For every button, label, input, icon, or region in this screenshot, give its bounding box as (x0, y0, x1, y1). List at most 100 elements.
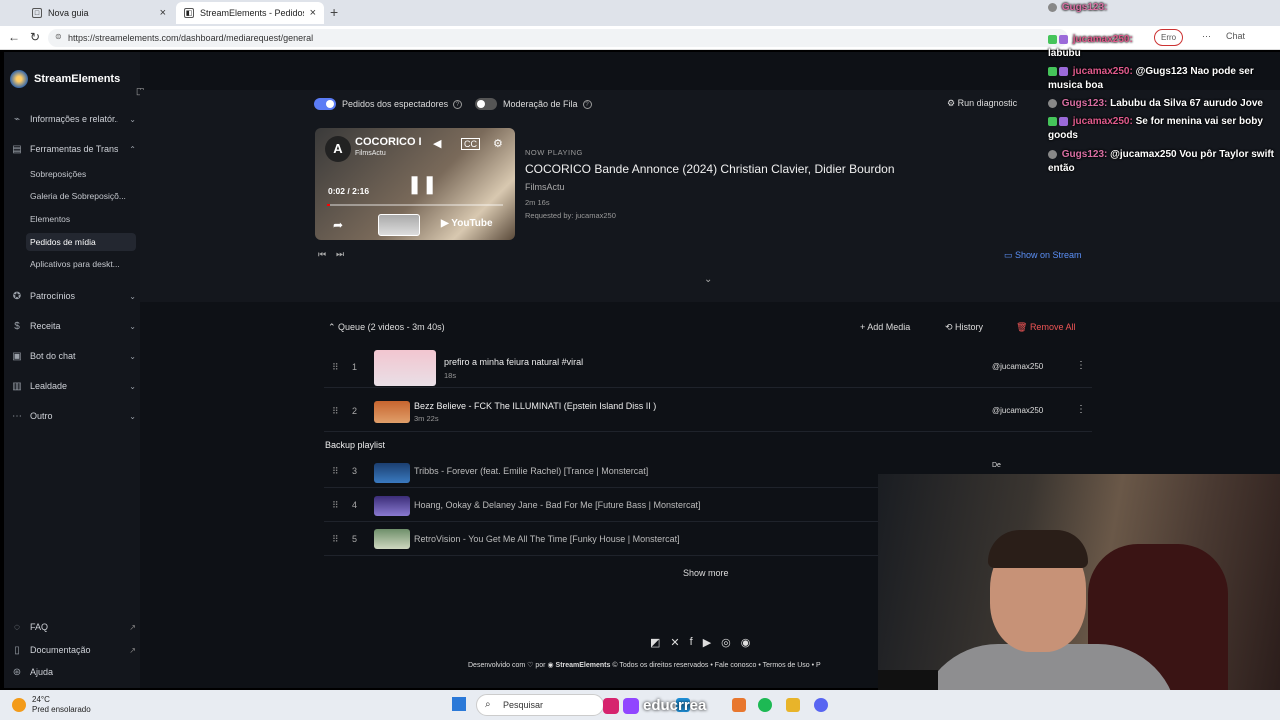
drag-handle-icon[interactable]: ⠿ (332, 534, 339, 545)
sidebar-item-other[interactable]: ⋯ Outro ⌄ (10, 407, 136, 425)
channel-avatar[interactable]: A (325, 136, 351, 162)
sidebar-subitem-overlays[interactable]: Sobreposições (26, 165, 136, 183)
brand[interactable]: StreamElements (10, 70, 120, 88)
brand-name: StreamElements (34, 73, 121, 85)
remove-all-button[interactable]: 🗑 Remove All (1016, 322, 1075, 333)
now-playing-requester: Requested by: jucamax250 (525, 211, 616, 220)
toggle-label: Pedidos dos espectadores (342, 99, 449, 109)
chat-username: jucamax250: (1072, 66, 1133, 77)
external-link-icon: ↗ (129, 645, 136, 655)
discord-icon[interactable] (814, 698, 828, 712)
tab-label: StreamElements - Pedidos de... (200, 8, 304, 18)
sidebar-subitem-elements[interactable]: Elementos (26, 210, 136, 228)
sidebar-subitem-media-requests[interactable]: Pedidos de mídia (26, 233, 136, 251)
video-player[interactable]: A COCORICO I FilmsActu ◀ CC ⚙ 0:02 / 2:1… (315, 128, 515, 240)
x-icon[interactable]: ✕ (670, 636, 679, 649)
sidebar-item-help[interactable]: ⊛ Ajuda (10, 663, 136, 681)
streamer-hair (988, 530, 1088, 568)
close-tab-icon[interactable]: × (160, 7, 166, 19)
back-icon[interactable]: ← (8, 30, 20, 44)
queue-moderation-toggle[interactable]: Moderação de Fila ? (475, 98, 592, 110)
footer-brand[interactable]: StreamElements (556, 662, 611, 669)
more-vertical-icon[interactable]: ⋮ (1076, 360, 1086, 371)
queue-row[interactable]: ⠿ 1 prefiro a minha feiura natural #vira… (324, 348, 1092, 388)
chevron-down-icon[interactable]: ⌄ (704, 274, 712, 285)
youtube-icon[interactable]: ▶ (703, 636, 711, 649)
progress-bar[interactable] (327, 204, 503, 206)
more-vertical-icon[interactable]: ⋮ (1076, 404, 1086, 415)
sidebar-subitem-overlay-gallery[interactable]: Galeria de Sobreposiçõ... (26, 187, 136, 205)
drag-handle-icon[interactable]: ⠿ (332, 406, 339, 417)
queue-row[interactable]: ⠿ 2 Bezz Believe - FCK The ILLUMINATI (E… (324, 392, 1092, 432)
sidebar-item-label: Patrocínios (30, 291, 76, 301)
chat-badge-icon (1048, 98, 1057, 108)
footer-rights: © Todos os direitos reservados (612, 662, 709, 669)
chat-username: Gugs123: (1061, 2, 1108, 13)
volume-icon[interactable]: ◀ (433, 137, 441, 150)
chat-badge-icon (1048, 149, 1057, 159)
drag-handle-icon[interactable]: ⠿ (332, 362, 339, 373)
chat-username: jucamax250: (1072, 34, 1133, 45)
tab-streamelements[interactable]: ◧ StreamElements - Pedidos de... × (176, 2, 324, 24)
sidebar-item-tools[interactable]: ▤ Ferramentas de Trans... ⌃ (10, 140, 136, 158)
sidebar-item-loyalty[interactable]: ▥ Lealdade ⌄ (10, 377, 136, 395)
tab-new[interactable]: □ Nova guia × (24, 2, 174, 24)
facebook-icon[interactable]: f (690, 636, 693, 649)
run-diagnostic-button[interactable]: ⚙ Run diagnostic (947, 98, 1017, 109)
reload-icon[interactable]: ↻ (30, 30, 40, 44)
show-on-stream-button[interactable]: ▭ Show on Stream (1004, 250, 1082, 261)
sidebar-item-chatbot[interactable]: ▣ Bot do chat ⌄ (10, 347, 136, 365)
sidebar-item-docs[interactable]: ▯ Documentação ↗ (10, 641, 136, 659)
toggle-label: Moderação de Fila (503, 99, 578, 109)
sidebar-item-sponsorships[interactable]: ✪ Patrocínios ⌄ (10, 287, 136, 305)
chat-message: jucamax250: @Gugs123 Nao pode ser musica… (1048, 65, 1278, 93)
twitch-icon[interactable]: ◩ (650, 636, 660, 649)
now-playing-channel: FilmsActu (525, 182, 565, 192)
sidebar-subitem-desktop-apps[interactable]: Aplicativos para deskt... (26, 255, 136, 273)
video-title: Hoang, Ookay & Delaney Jane - Bad For Me… (414, 500, 701, 510)
discord-icon[interactable]: ◉ (741, 636, 751, 649)
settings-icon[interactable]: ⚙ (493, 137, 503, 150)
footer-contact-link[interactable]: • Fale conosco (710, 662, 756, 669)
toggle-switch-off[interactable] (475, 98, 497, 110)
queue-header[interactable]: ⌃ Queue (2 videos - 3m 40s) (328, 322, 445, 333)
sidebar-item-revenue[interactable]: $ Receita ⌄ (10, 317, 136, 335)
site-info-icon[interactable]: ⊜ (55, 32, 62, 41)
pause-icon[interactable]: ❚❚ (407, 174, 437, 195)
close-tab-icon[interactable]: × (310, 7, 316, 19)
loyalty-icon: ▥ (12, 380, 22, 392)
youtube-logo[interactable]: ▶ YouTube (441, 218, 493, 229)
sidebar-item-label: Documentação (30, 645, 91, 655)
skip-icon[interactable]: ⏭ (336, 249, 344, 260)
captions-icon[interactable]: CC (461, 138, 480, 150)
sidebar-item-label: Receita (30, 321, 61, 331)
show-more-button[interactable]: Show more (683, 568, 729, 578)
new-tab-button[interactable]: + (330, 4, 338, 20)
viewer-requests-toggle[interactable]: Pedidos dos espectadores ? (314, 98, 463, 110)
chevron-down-icon: ⌄ (129, 381, 136, 391)
sidebar-item-faq[interactable]: ◌ FAQ ↗ (10, 618, 136, 636)
taskbar-search[interactable]: ⌕ Pesquisar (476, 694, 604, 716)
spotify-icon[interactable] (758, 698, 772, 712)
firefox-icon[interactable] (732, 698, 746, 712)
footer-terms-link[interactable]: • Termos de Uso (758, 662, 809, 669)
weather-widget[interactable]: 24°C Pred ensolarado (12, 695, 91, 715)
drag-handle-icon[interactable]: ⠿ (332, 466, 339, 477)
history-button[interactable]: ⟲ History (945, 322, 983, 333)
instagram-icon[interactable]: ◎ (721, 636, 731, 649)
share-icon[interactable]: ➦ (333, 218, 343, 232)
url-field[interactable]: ⊜ https://streamelements.com/dashboard/m… (48, 29, 1068, 47)
app-icon[interactable] (786, 698, 800, 712)
help-icon[interactable]: ? (453, 99, 463, 109)
toggle-switch-on[interactable] (314, 98, 336, 110)
next-video-thumbnail[interactable] (378, 214, 420, 236)
previous-icon[interactable]: ⏮ (318, 249, 326, 260)
add-media-button[interactable]: + Add Media (860, 322, 910, 332)
drag-handle-icon[interactable]: ⠿ (332, 500, 339, 511)
windows-start-icon[interactable] (452, 697, 466, 711)
sidebar-item-info[interactable]: ⌁ Informações e relatór... ⌄ (10, 110, 136, 128)
footer-privacy-link[interactable]: • P (812, 662, 821, 669)
help-icon[interactable]: ? (582, 99, 592, 109)
help-icon: ⊛ (12, 666, 22, 678)
player-time: 0:02 / 2:16 (328, 186, 370, 196)
